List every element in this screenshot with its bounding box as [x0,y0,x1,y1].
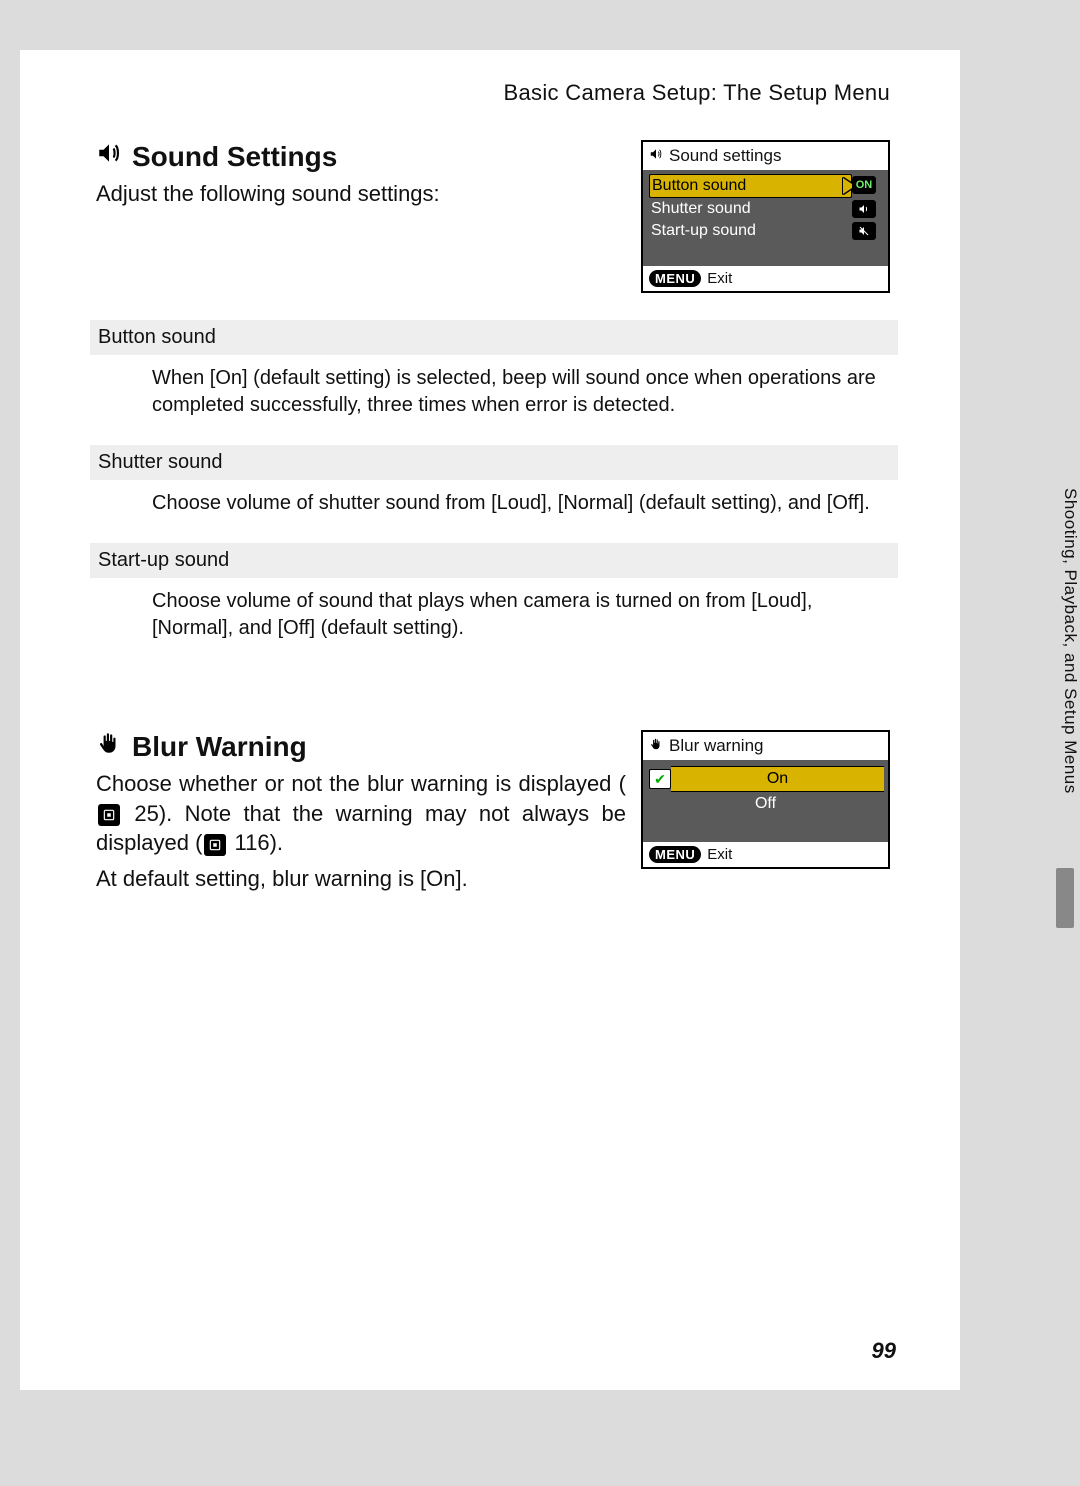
lcd1-row-label: Shutter sound [651,200,751,218]
menu-button-icon: MENU [649,846,701,863]
speaker-icon [96,140,122,173]
side-tab-label: Shooting, Playback, and Setup Menus [1061,488,1080,794]
lcd2-exit-label: Exit [707,846,732,863]
check-icon: ✔ [649,769,671,789]
lcd1-row-label: Start-up sound [651,222,756,240]
lcd1-exit-label: Exit [707,270,732,287]
lcd1-title: Sound settings [669,146,781,166]
option-shutter-sound: Shutter sound Choose volume of shutter s… [96,445,892,517]
blur-body-mid2: 116). [228,830,283,855]
sound-options-list: Button sound When [On] (default setting)… [96,320,892,668]
option-body: Choose volume of sound that plays when c… [96,578,892,642]
lcd1-row-button-sound[interactable]: Button sound [649,174,852,198]
blur-body-mid1: 25). Note that the warning may not alway… [96,801,626,856]
lcd2-row-on[interactable]: On [671,766,884,792]
blur-body-pre: Choose whether or not the blur warning i… [96,771,626,796]
option-title: Button sound [90,320,898,355]
lcd1-title-row: Sound settings [643,142,888,170]
page: Basic Camera Setup: The Setup Menu Sound… [20,50,960,1390]
side-tab-marker [1056,868,1074,928]
lcd-sound-settings: Sound settings Button sound ON Shutter s… [641,140,890,293]
speaker-icon [852,200,876,218]
lcd2-title: Blur warning [669,736,764,756]
lcd2-row-off[interactable]: Off [643,792,888,816]
lcd1-row-label: Button sound [652,177,746,195]
lcd2-title-row: Blur warning [643,732,888,760]
speaker-icon [649,146,663,166]
side-tab: Shooting, Playback, and Setup Menus [1050,488,1080,794]
page-ref-icon [204,834,226,856]
option-title: Shutter sound [90,445,898,480]
lcd2-rows: ✔ On Off [643,760,888,842]
lcd1-row-startup-sound[interactable]: Start-up sound [649,220,882,242]
lcd1-row-shutter-sound[interactable]: Shutter sound [649,198,882,220]
option-startup-sound: Start-up sound Choose volume of sound th… [96,543,892,642]
option-body: Choose volume of shutter sound from [Lou… [96,480,892,517]
hand-icon [649,736,663,756]
option-body: When [On] (default setting) is selected,… [96,355,892,419]
page-number: 99 [872,1338,896,1364]
lcd1-exit-row[interactable]: MENU Exit [643,266,888,291]
section-title-sound-text: Sound Settings [132,141,337,173]
hand-icon [96,730,122,763]
menu-button-icon: MENU [649,270,701,287]
lcd1-rows: Button sound ON Shutter sound Start-up s… [643,170,888,266]
option-button-sound: Button sound When [On] (default setting)… [96,320,892,419]
section-sound-settings: Sound Settings Adjust the following soun… [96,140,890,207]
page-ref-icon [98,804,120,826]
section-title-blur-text: Blur Warning [132,731,307,763]
lcd-blur-warning: Blur warning ✔ On Off MENU Exit [641,730,890,869]
page-header: Basic Camera Setup: The Setup Menu [504,80,890,106]
option-title: Start-up sound [90,543,898,578]
lcd2-exit-row[interactable]: MENU Exit [643,842,888,867]
speaker-off-icon [852,222,876,240]
section-body-blur: Choose whether or not the blur warning i… [96,769,626,858]
badge-on-icon: ON [852,176,876,194]
section-blur-warning: Blur Warning Choose whether or not the b… [96,730,890,894]
